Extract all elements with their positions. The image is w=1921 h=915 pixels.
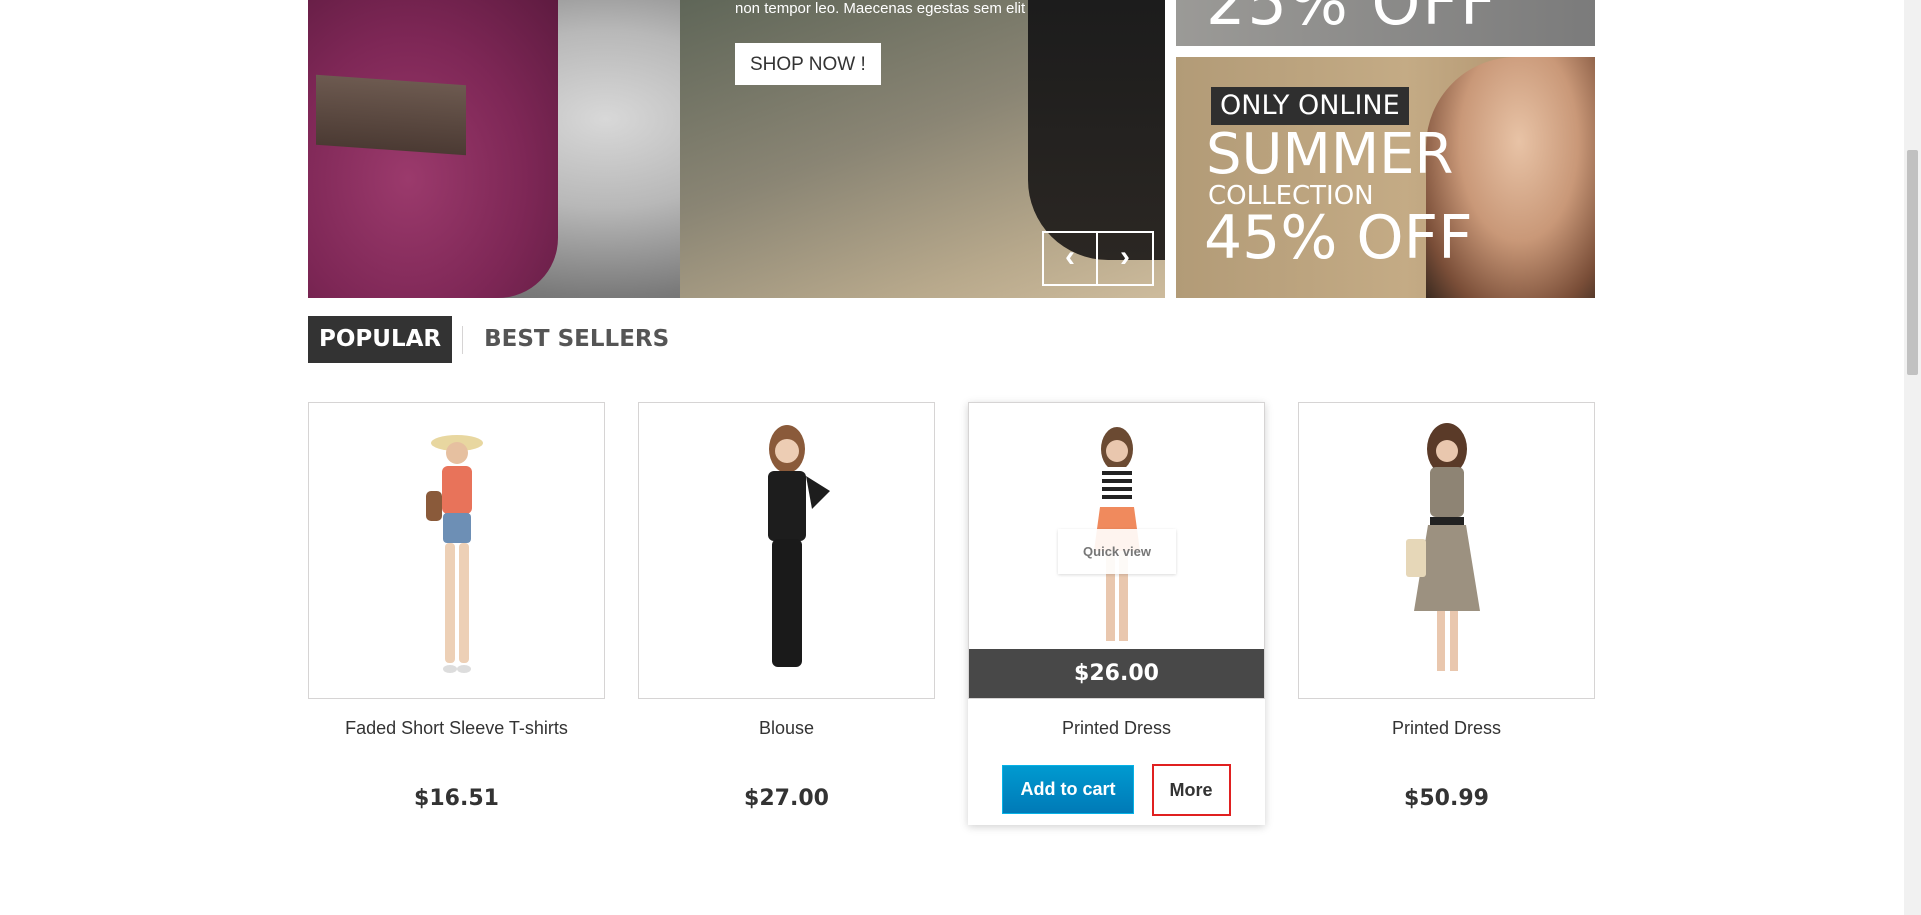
product-name[interactable]: Blouse [638, 718, 935, 742]
product-price-overlay: $26.00 [969, 649, 1264, 698]
product-name[interactable]: Faded Short Sleeve T-shirts [308, 718, 605, 742]
tab-popular[interactable]: POPULAR [308, 316, 453, 363]
product-price: $16.51 [414, 786, 499, 811]
add-to-cart-button[interactable]: Add to cart [1002, 765, 1134, 814]
slide-model-right [1028, 0, 1165, 260]
only-online-tag: ONLY ONLINE [1211, 87, 1409, 125]
chevron-left-icon: ‹ [1065, 240, 1075, 273]
tab-best-sellers[interactable]: BEST SELLERS [473, 316, 680, 363]
product-image[interactable] [308, 402, 605, 699]
more-button[interactable]: More [1151, 764, 1231, 816]
slider-next-button[interactable]: › [1098, 231, 1154, 286]
hero-slider: non tempor leo. Maecenas egestas sem eli… [308, 0, 1165, 298]
product-name[interactable]: Printed Dress [1298, 718, 1595, 742]
chevron-right-icon: › [1120, 240, 1130, 273]
slider-prev-button[interactable]: ‹ [1042, 231, 1098, 286]
product-price: $27.00 [744, 786, 829, 811]
slide-model-belt [316, 74, 466, 156]
scrollbar-thumb[interactable] [1907, 150, 1918, 375]
product-list: Faded Short Sleeve T-shirts $16.51 Blous… [308, 402, 1595, 832]
product-tabs: POPULAR BEST SELLERS [308, 316, 680, 363]
product-card[interactable]: Faded Short Sleeve T-shirts $16.51 [308, 402, 605, 811]
product-actions: Add to cart More [968, 764, 1265, 816]
product-name[interactable]: Printed Dress [968, 718, 1265, 742]
shop-now-button[interactable]: SHOP NOW ! [735, 43, 881, 85]
product-photo-printed-dress-2 [1405, 423, 1480, 671]
promo-banner-top-text: 25% OFF [1206, 0, 1498, 39]
product-image[interactable] [1298, 402, 1595, 699]
product-image[interactable]: Quick view $26.00 [968, 402, 1265, 699]
quick-view-button[interactable]: Quick view [1058, 529, 1176, 574]
summer-heading: SUMMER [1206, 122, 1454, 187]
page-scrollbar[interactable] [1904, 0, 1921, 915]
discount-heading: 45% OFF [1204, 203, 1473, 273]
product-price: $50.99 [1404, 786, 1489, 811]
slide-caption: non tempor leo. Maecenas egestas sem eli… [735, 0, 1026, 17]
promo-banner-top[interactable]: 25% OFF [1176, 0, 1595, 46]
product-card[interactable]: Printed Dress $50.99 [1298, 402, 1595, 811]
product-photo-blouse [767, 425, 830, 667]
product-photo-tshirt [425, 435, 483, 673]
tab-divider [462, 325, 464, 354]
product-card-hovered[interactable]: Quick view $26.00 Printed Dress Add to c… [968, 402, 1265, 825]
promo-banner-bottom[interactable]: ONLY ONLINE SUMMER COLLECTION 45% OFF [1176, 57, 1595, 298]
product-card[interactable]: Blouse $27.00 [638, 402, 935, 811]
product-image[interactable] [638, 402, 935, 699]
